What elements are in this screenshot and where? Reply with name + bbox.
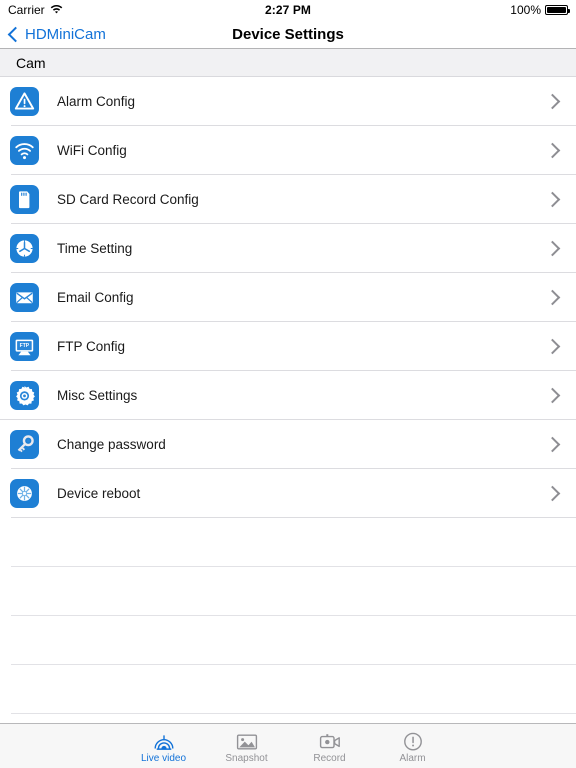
list-item-label: Email Config xyxy=(57,290,134,305)
section-header-label: Cam xyxy=(16,54,46,71)
chevron-right-icon xyxy=(544,142,561,159)
exclamation-circle-icon xyxy=(401,730,425,752)
list-item-email-config[interactable]: Email Config xyxy=(0,273,576,322)
empty-list-row xyxy=(0,665,576,714)
tab-bar: Live video Snapshot Record Alarm xyxy=(0,723,576,768)
status-bar-right: 100% xyxy=(510,3,570,17)
battery-percent-label: 100% xyxy=(510,3,541,17)
list-item-device-reboot[interactable]: Device reboot xyxy=(0,469,576,518)
list-item-label: Change password xyxy=(57,437,166,452)
chevron-right-icon xyxy=(544,338,561,355)
list-item-label: SD Card Record Config xyxy=(57,192,199,207)
chevron-right-icon xyxy=(544,485,561,502)
status-bar: Carrier 2:27 PM 100% xyxy=(0,0,576,20)
tab-label: Record xyxy=(313,753,346,764)
back-button-label: HDMiniCam xyxy=(25,25,106,43)
back-button[interactable]: HDMiniCam xyxy=(7,25,106,43)
settings-list: Cam Alarm Config WiFi Config SD Card Rec… xyxy=(0,49,576,723)
video-camera-icon xyxy=(318,730,342,752)
list-item-misc-settings[interactable]: Misc Settings xyxy=(0,371,576,420)
section-header-cam: Cam xyxy=(0,49,576,77)
tab-label: Alarm xyxy=(399,753,426,764)
svg-text:FTP: FTP xyxy=(20,343,30,349)
list-item-wifi-config[interactable]: WiFi Config xyxy=(0,126,576,175)
alarm-warning-icon xyxy=(10,87,39,116)
list-item-label: FTP Config xyxy=(57,339,126,354)
tab-live-video[interactable]: Live video xyxy=(122,724,205,768)
list-item-label: Device reboot xyxy=(57,486,141,501)
tab-alarm[interactable]: Alarm xyxy=(371,724,454,768)
tab-label: Snapshot xyxy=(225,753,268,764)
list-item-label: WiFi Config xyxy=(57,143,127,158)
list-item-alarm-config[interactable]: Alarm Config xyxy=(0,77,576,126)
chevron-right-icon xyxy=(544,387,561,404)
envelope-icon xyxy=(10,283,39,312)
app-screen: Carrier 2:27 PM 100% HDMiniCam Device Se… xyxy=(0,0,576,768)
chevron-right-icon xyxy=(544,240,561,257)
list-item-label: Time Setting xyxy=(57,241,133,256)
chevron-right-icon xyxy=(544,93,561,110)
dome-camera-icon xyxy=(152,730,176,752)
navigation-bar: HDMiniCam Device Settings xyxy=(0,20,576,49)
status-bar-time: 2:27 PM xyxy=(264,3,312,17)
sd-card-icon xyxy=(10,185,39,214)
key-icon xyxy=(10,430,39,459)
list-item-ftp-config[interactable]: FTP FTP Config xyxy=(0,322,576,371)
reboot-burst-icon xyxy=(10,479,39,508)
battery-full-icon xyxy=(545,5,570,15)
tab-snapshot[interactable]: Snapshot xyxy=(205,724,288,768)
list-item-change-password[interactable]: Change password xyxy=(0,420,576,469)
chevron-left-icon xyxy=(7,26,24,42)
chevron-right-icon xyxy=(544,289,561,306)
list-item-sd-card-record-config[interactable]: SD Card Record Config xyxy=(0,175,576,224)
tab-record[interactable]: Record xyxy=(288,724,371,768)
wifi-signal-icon xyxy=(10,136,39,165)
list-item-label: Misc Settings xyxy=(57,388,138,403)
clock-icon xyxy=(10,234,39,263)
chevron-right-icon xyxy=(544,191,561,208)
photo-icon xyxy=(235,730,259,752)
gear-icon xyxy=(10,381,39,410)
chevron-right-icon xyxy=(544,436,561,453)
ftp-monitor-icon: FTP xyxy=(10,332,39,361)
empty-list-row xyxy=(0,616,576,665)
empty-list-row xyxy=(0,518,576,567)
empty-list-row xyxy=(0,567,576,616)
list-item-time-setting[interactable]: Time Setting xyxy=(0,224,576,273)
tab-label: Live video xyxy=(140,753,187,764)
list-item-label: Alarm Config xyxy=(57,94,136,109)
